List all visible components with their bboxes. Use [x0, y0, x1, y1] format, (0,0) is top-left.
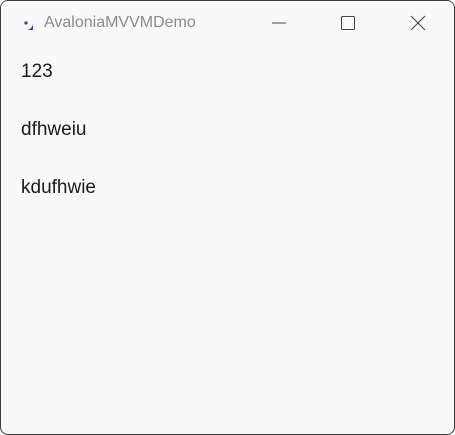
- list-item: kdufhwie: [21, 177, 96, 198]
- maximize-button[interactable]: [315, 1, 381, 45]
- avalonia-logo-icon: [17, 15, 35, 31]
- app-window: AvaloniaMVVMDemo 123 dfhweiu kdufhwie: [0, 0, 455, 435]
- list-item: 123: [21, 61, 53, 82]
- window-title: AvaloniaMVVMDemo: [44, 14, 196, 31]
- main-content: 123 dfhweiu kdufhwie: [1, 45, 454, 434]
- title-bar[interactable]: AvaloniaMVVMDemo: [1, 1, 454, 45]
- close-button[interactable]: [385, 1, 451, 45]
- minimize-button[interactable]: [246, 1, 312, 45]
- list-item: dfhweiu: [21, 119, 87, 140]
